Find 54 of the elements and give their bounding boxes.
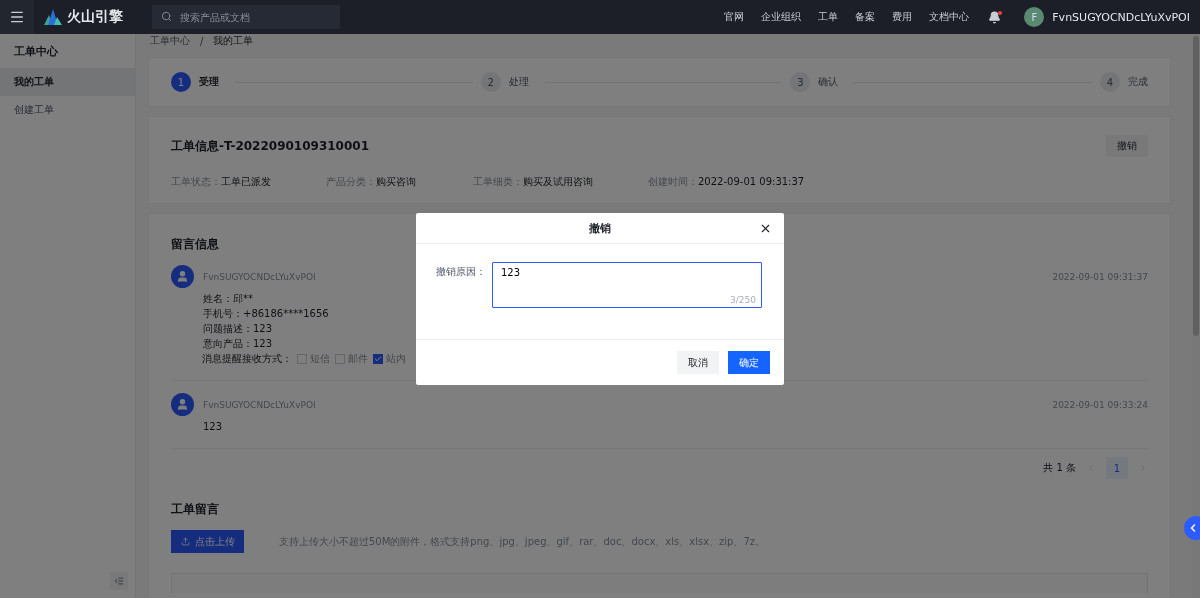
- user-avatar-icon: [171, 265, 194, 288]
- nav-link[interactable]: 企业组织: [761, 10, 802, 24]
- step-label: 确认: [818, 75, 839, 89]
- message-line: 手机号：+86186****1656: [203, 307, 329, 321]
- user-name[interactable]: FvnSUGYOCNDcLYuXvPOI: [1052, 10, 1190, 24]
- search-field[interactable]: 搜索产品或文档: [152, 5, 340, 29]
- collapse-icon: [114, 576, 124, 586]
- breadcrumb-separator: /: [200, 35, 204, 47]
- nav-link[interactable]: 文档中心: [929, 10, 970, 24]
- char-counter: 3/250: [730, 295, 756, 305]
- notify-label: 消息提醒接收方式：: [202, 352, 292, 366]
- field-label: 撤销原因：: [436, 265, 486, 279]
- sidebar-item[interactable]: 创建工单: [0, 96, 135, 124]
- breadcrumb-link[interactable]: 我的工单: [213, 34, 254, 48]
- upload-icon: [180, 537, 190, 546]
- cancel-button[interactable]: 取消: [677, 351, 719, 374]
- section-title: 留言信息: [171, 236, 220, 253]
- nav-link[interactable]: 备案: [855, 10, 876, 24]
- section-title: 工单留言: [171, 501, 220, 518]
- step-label: 处理: [508, 75, 529, 89]
- message-line: 意向产品：123: [203, 337, 273, 351]
- revoke-button[interactable]: 撤销: [1106, 135, 1148, 157]
- sidebar-title: 工单中心: [13, 43, 59, 60]
- message-line: 问题描述：123: [203, 322, 273, 336]
- ticket-title: 工单信息-T-2022090109310001: [171, 137, 369, 155]
- nav-link[interactable]: 工单: [818, 10, 839, 24]
- total-count: 共 1 条: [1043, 461, 1076, 475]
- message-line: 123: [203, 420, 223, 434]
- menu-icon: [9, 9, 25, 25]
- dialog-title: 撤销: [589, 220, 611, 236]
- step-label: 受理: [199, 75, 219, 89]
- close-button[interactable]: [759, 222, 772, 235]
- nav-link[interactable]: 费用: [892, 10, 913, 24]
- nav-link[interactable]: 官网: [724, 10, 745, 24]
- message-author: FvnSUGYOCNDcLYuXvPOI: [203, 272, 316, 282]
- message-time: 2022-09-01 09:31:37: [1052, 272, 1148, 282]
- logo-icon: [44, 9, 62, 25]
- logo-text: 火山引擎: [67, 8, 123, 26]
- message-line: 姓名：邱**: [203, 292, 253, 306]
- confirm-button[interactable]: 确定: [728, 351, 770, 374]
- step-number: 4: [1100, 72, 1120, 92]
- search-icon: [161, 11, 172, 22]
- checkbox[interactable]: [373, 353, 383, 364]
- user-avatar-icon: [171, 393, 194, 416]
- sidebar-item[interactable]: 我的工单: [0, 68, 135, 96]
- menu-button[interactable]: [0, 0, 34, 34]
- step-number: 2: [480, 72, 501, 92]
- message-time: 2022-09-01 09:33:24: [1052, 400, 1148, 410]
- step-number: 1: [171, 72, 191, 92]
- collapse-button[interactable]: [110, 572, 128, 590]
- step-number: 3: [790, 72, 811, 92]
- bell-icon[interactable]: [988, 10, 1002, 24]
- message-author: FvnSUGYOCNDcLYuXvPOI: [203, 400, 316, 410]
- step-label: 完成: [1128, 75, 1148, 89]
